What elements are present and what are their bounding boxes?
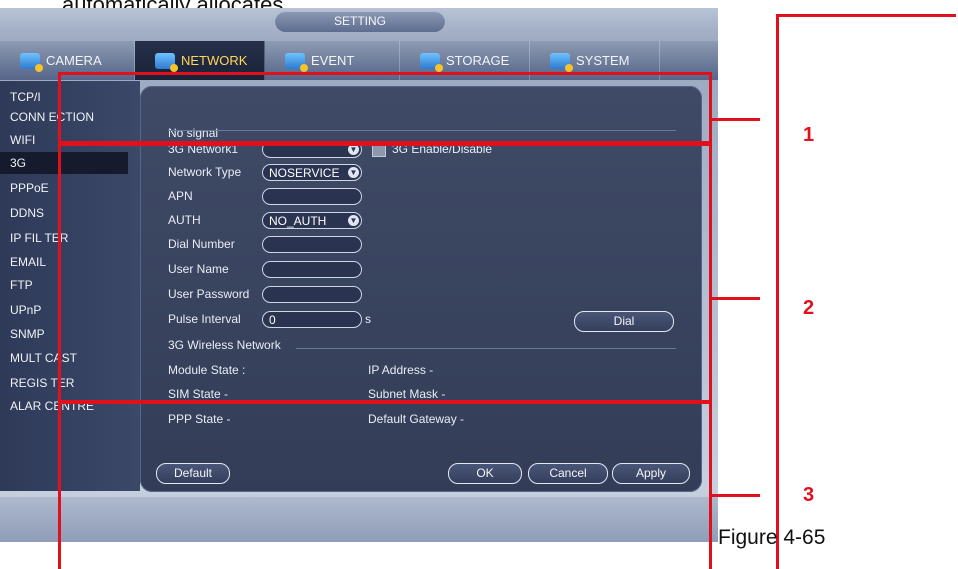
annotation-box-3-left bbox=[58, 400, 61, 569]
tab-system-label: SYSTEM bbox=[576, 53, 630, 68]
annotation-box-1 bbox=[58, 72, 712, 146]
storage-icon bbox=[420, 52, 443, 72]
annotation-frame-left bbox=[776, 14, 779, 569]
window-title: SETTING bbox=[275, 11, 445, 32]
annotation-number-2: 2 bbox=[803, 297, 815, 319]
tab-camera-label: CAMERA bbox=[46, 53, 102, 68]
tab-event-label: EVENT bbox=[311, 53, 355, 68]
camera-icon bbox=[20, 52, 43, 72]
annotation-box-2 bbox=[58, 141, 712, 404]
ppp-state: PPP State - bbox=[168, 412, 231, 426]
annotation-leader-1 bbox=[712, 118, 760, 121]
event-icon bbox=[285, 52, 308, 72]
cancel-button[interactable]: Cancel bbox=[528, 463, 608, 484]
bottom-bar bbox=[0, 497, 718, 542]
apply-button[interactable]: Apply bbox=[612, 463, 690, 484]
annotation-box-3-right bbox=[709, 400, 712, 569]
ok-button[interactable]: OK bbox=[448, 463, 522, 484]
default-gateway: Default Gateway - bbox=[368, 412, 465, 426]
network-icon bbox=[155, 52, 178, 72]
tab-storage-label: STORAGE bbox=[446, 53, 510, 68]
figure-caption: Figure 4-65 bbox=[718, 526, 826, 549]
annotation-frame-top bbox=[776, 14, 956, 17]
annotation-leader-2 bbox=[712, 297, 760, 300]
tab-network-label: NETWORK bbox=[181, 53, 248, 68]
system-icon bbox=[550, 52, 573, 72]
annotation-leader-3 bbox=[712, 494, 760, 497]
annotation-box-3-top bbox=[58, 400, 712, 403]
annotation-number-1: 1 bbox=[803, 124, 815, 146]
annotation-number-3: 3 bbox=[803, 484, 815, 506]
default-button[interactable]: Default bbox=[156, 463, 230, 484]
